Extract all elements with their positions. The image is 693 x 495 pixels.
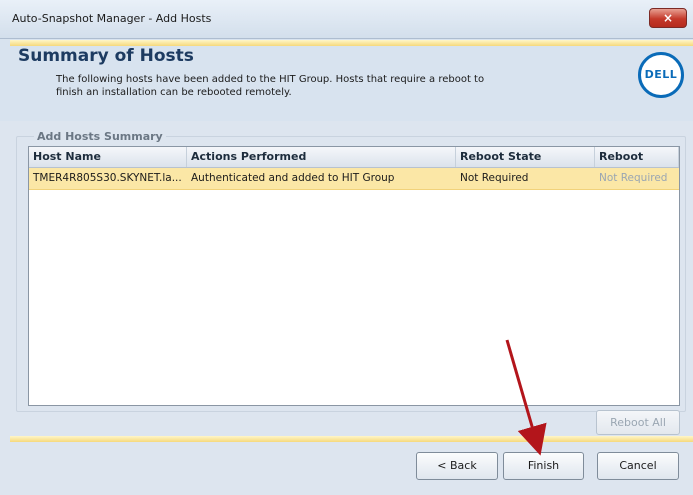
page-description: The following hosts have been added to t…	[56, 74, 485, 98]
finish-button[interactable]: Finish	[503, 452, 584, 480]
column-header-reboot[interactable]: Reboot	[595, 147, 679, 167]
cancel-button[interactable]: Cancel	[597, 452, 679, 480]
reboot-state-cell: Not Required	[460, 172, 529, 184]
reboot-cell: Not Required	[599, 172, 668, 184]
table-header: Host Name Actions Performed Reboot State…	[29, 147, 679, 168]
close-button[interactable]: ×	[649, 8, 687, 28]
column-header-actions-performed[interactable]: Actions Performed	[187, 147, 456, 167]
table-row[interactable]: TMER4R805S30.SKYNET.la... Authenticated …	[29, 168, 679, 190]
column-header-host-name[interactable]: Host Name	[29, 147, 187, 167]
column-header-reboot-state[interactable]: Reboot State	[456, 147, 595, 167]
reboot-all-button[interactable]: Reboot All	[596, 410, 680, 435]
window-title: Auto-Snapshot Manager - Add Hosts	[12, 12, 212, 25]
title-bar: Auto-Snapshot Manager - Add Hosts ×	[0, 0, 693, 39]
group-label: Add Hosts Summary	[34, 130, 166, 143]
page-title: Summary of Hosts	[18, 46, 194, 66]
dell-logo-icon: DELL	[638, 52, 684, 98]
hosts-summary-table: Host Name Actions Performed Reboot State…	[28, 146, 680, 406]
host-name-cell: TMER4R805S30.SKYNET.la...	[33, 172, 182, 184]
back-button[interactable]: < Back	[416, 452, 498, 480]
add-hosts-window: Auto-Snapshot Manager - Add Hosts × Summ…	[0, 0, 693, 495]
actions-performed-cell: Authenticated and added to HIT Group	[191, 172, 395, 184]
wizard-footer	[0, 442, 693, 495]
